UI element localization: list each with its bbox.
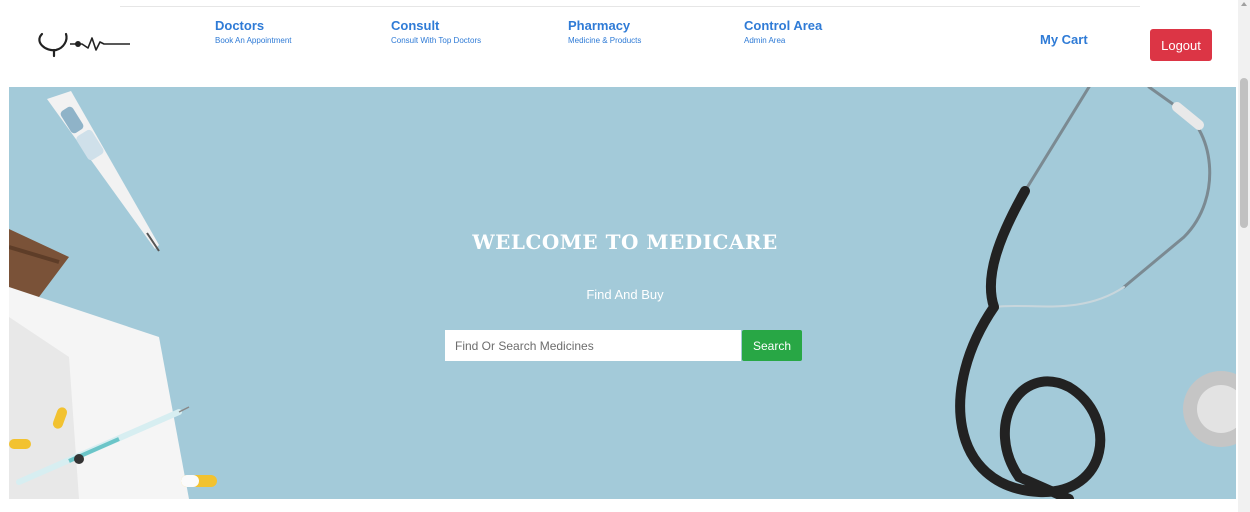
nav-control-area[interactable]: Control Area Admin Area: [744, 18, 822, 48]
page: Doctors Book An Appointment Consult Cons…: [0, 0, 1250, 512]
nav-control-area-subtitle: Admin Area: [744, 36, 786, 45]
clipboard-icon: [9, 229, 189, 499]
nav-doctors-title: Doctors: [215, 18, 265, 33]
header: Doctors Book An Appointment Consult Cons…: [0, 0, 1236, 86]
nav-pharmacy[interactable]: Pharmacy Medicine & Products: [568, 18, 641, 48]
my-cart-link[interactable]: My Cart: [1040, 32, 1088, 47]
scroll-up-arrow-icon[interactable]: [1241, 2, 1247, 6]
page-scrollbar[interactable]: [1238, 0, 1250, 512]
nav-pharmacy-subtitle: Medicine & Products: [568, 36, 642, 45]
scrollbar-thumb[interactable]: [1240, 78, 1248, 228]
nav-consult[interactable]: Consult Consult With Top Doctors: [391, 18, 481, 48]
hero-banner: WELCOME TO MEDICARE Find And Buy Search: [9, 87, 1236, 499]
nav-consult-subtitle: Consult With Top Doctors: [391, 36, 482, 45]
stethoscope-heartbeat-logo-icon[interactable]: [30, 22, 140, 62]
medicine-search-input[interactable]: [445, 330, 741, 361]
search-button[interactable]: Search: [742, 330, 802, 361]
nav-control-area-title: Control Area: [744, 18, 823, 33]
nav-pharmacy-title: Pharmacy: [568, 18, 631, 33]
logout-button[interactable]: Logout: [1150, 29, 1212, 61]
hero-title: WELCOME TO MEDICARE: [472, 230, 778, 254]
nav-doctors-subtitle: Book An Appointment: [215, 36, 292, 45]
thermometer-icon: [47, 91, 160, 252]
nav-consult-title: Consult: [391, 18, 440, 33]
hero-subtitle: Find And Buy: [586, 287, 664, 302]
nav-doctors[interactable]: Doctors Book An Appointment: [215, 18, 292, 48]
